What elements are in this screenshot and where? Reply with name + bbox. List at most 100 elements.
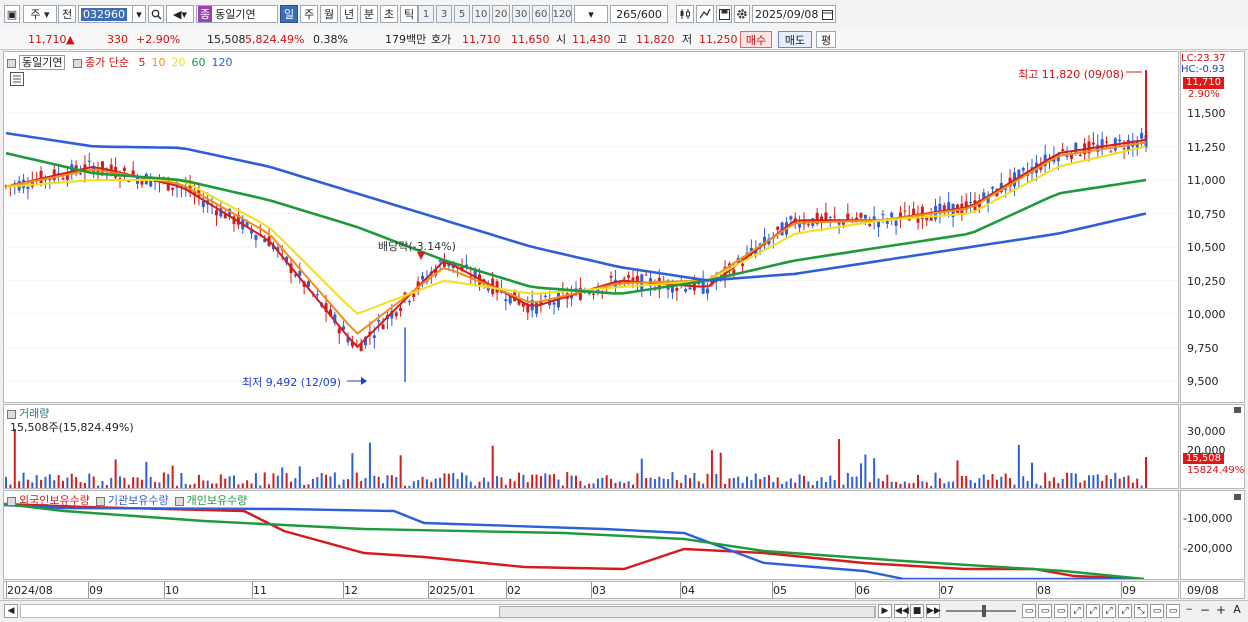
zoom-slider-handle[interactable] (982, 605, 986, 617)
interval-button-120[interactable]: 120 (552, 5, 572, 23)
volume-bar (1026, 480, 1029, 488)
interval-button-3[interactable]: 3 (436, 5, 452, 23)
scroll-left-icon[interactable]: ◀ (4, 604, 18, 618)
ma-toggle-icon[interactable] (72, 58, 82, 68)
chart-icon-4[interactable]: ⤢ (1070, 604, 1084, 618)
mode-toggle[interactable]: 전 (58, 5, 76, 23)
ma-legend-10[interactable]: 10 (151, 56, 165, 69)
eval-button[interactable]: 평 (816, 31, 836, 48)
chart-icon-9[interactable]: ▭ (1150, 604, 1164, 618)
candle-body (631, 277, 635, 281)
sell-button[interactable]: 매도 (778, 31, 812, 48)
volume-toggle-icon[interactable] (7, 409, 16, 419)
volume-bar (640, 458, 643, 488)
window-menu-icon[interactable]: ▣ (4, 5, 20, 23)
volume-bar (623, 482, 626, 488)
count-field[interactable]: 265/600 (610, 5, 668, 23)
volume-pane[interactable]: 거래량 15,508주(15,824.49%) (3, 404, 1179, 489)
volume-bar (662, 478, 665, 488)
chart-icon-3[interactable]: ▭ (1054, 604, 1068, 618)
ma-legend-120[interactable]: 120 (211, 56, 232, 69)
legend-toggle-icon[interactable] (7, 58, 16, 68)
holdings-pane[interactable]: 외국인보유수량 기관보유수량 개인보유수량 (3, 490, 1179, 580)
ma-legend-60[interactable]: 60 (191, 56, 205, 69)
draw-line-icon[interactable] (696, 5, 714, 23)
interval-button-1[interactable]: 1 (418, 5, 434, 23)
interval-button-10[interactable]: 10 (472, 5, 490, 23)
high-annotation: 최고 11,820 (09/08) (1018, 68, 1125, 81)
volume-bar (636, 473, 639, 488)
zoom-slider[interactable] (946, 605, 1016, 617)
interval-button-20[interactable]: 20 (492, 5, 510, 23)
scroll-thumb[interactable] (499, 606, 875, 618)
stop-icon[interactable]: ■ (910, 604, 924, 618)
chart-icon-2[interactable]: ▭ (1038, 604, 1052, 618)
candle-body (841, 222, 845, 225)
calendar-icon[interactable] (820, 5, 834, 23)
minus-icon[interactable]: − (1182, 604, 1196, 618)
interval-button-5[interactable]: 5 (454, 5, 470, 23)
volume-bar (653, 479, 656, 488)
ma-title: 종가 단순 (84, 56, 129, 69)
volume-bar (40, 479, 43, 488)
volume-bar (298, 466, 301, 488)
holdings-toggle-icon-1[interactable] (95, 496, 105, 506)
volume-bar (1066, 472, 1069, 488)
scroll-track[interactable] (20, 604, 876, 618)
last-price-tag: 11,710 (1183, 77, 1224, 89)
volume-bar (851, 476, 854, 488)
chart-icon-8[interactable]: ⤡ (1134, 604, 1148, 618)
period-tab-3[interactable]: 년 (340, 5, 358, 23)
candle-body (381, 324, 385, 330)
auto-scale-icon[interactable]: A (1230, 604, 1244, 618)
grid-menu-icon[interactable] (10, 72, 24, 86)
x-label-9: 05 (773, 584, 787, 597)
chart-type-icon[interactable] (676, 5, 694, 23)
volume-bar (1035, 483, 1038, 488)
chart-icon-6[interactable]: ⤢ (1102, 604, 1116, 618)
interval-button-30[interactable]: 30 (512, 5, 530, 23)
period-tab-6[interactable]: 틱 (400, 5, 418, 23)
ma-legend-5[interactable]: 5 (138, 56, 145, 69)
period-tab-0[interactable]: 일 (280, 5, 298, 23)
chart-icon-1[interactable]: ▭ (1022, 604, 1036, 618)
stock-name-field[interactable]: 종 동일기연 (196, 5, 278, 23)
scroll-right-icon[interactable]: ▶ (878, 604, 892, 618)
market-select[interactable]: 주 ▾ (23, 5, 57, 23)
volume-bar (206, 480, 209, 488)
save-icon[interactable] (716, 5, 732, 23)
ma-legend-20[interactable]: 20 (171, 56, 185, 69)
candle-body (627, 275, 631, 278)
candle-body (877, 221, 881, 228)
zoom-in-icon[interactable]: + (1214, 604, 1228, 618)
sound-icon[interactable]: ◀▾ (166, 5, 194, 23)
volume-bar (465, 475, 468, 488)
rewind-icon[interactable]: ◀◀ (894, 604, 909, 618)
gear-icon[interactable] (734, 5, 750, 23)
x-tick-2 (164, 582, 165, 598)
holdings-toggle-icon-0[interactable] (7, 496, 16, 506)
interval-button-60[interactable]: 60 (532, 5, 550, 23)
period-tab-4[interactable]: 분 (360, 5, 378, 23)
chart-icon-5[interactable]: ⤢ (1086, 604, 1100, 618)
volume-bar (610, 478, 613, 488)
pane-close-icon[interactable] (1234, 407, 1241, 413)
pane-close-icon-2[interactable] (1234, 494, 1241, 500)
volume-bar (1123, 476, 1126, 488)
period-tab-2[interactable]: 월 (320, 5, 338, 23)
volume-bar (35, 475, 38, 488)
chart-icon-10[interactable]: ▭ (1166, 604, 1180, 618)
buy-button[interactable]: 매수 (740, 31, 772, 48)
holdings-axis: -100,000 -200,000 (1180, 490, 1245, 580)
chart-icon-7[interactable]: ⤢ (1118, 604, 1132, 618)
period-tab-5[interactable]: 초 (380, 5, 398, 23)
price-chart-pane[interactable]: 동일기연 종가 단순 5 10 20 60 120 최고 11,820 (09/08) … (3, 51, 1179, 403)
holdings-toggle-icon-2[interactable] (174, 496, 184, 506)
forward-icon[interactable]: ▶▶ (926, 604, 941, 618)
period-tab-1[interactable]: 주 (300, 5, 318, 23)
volume-bar (197, 474, 200, 488)
code-dropdown-icon[interactable]: ▾ (132, 5, 146, 23)
search-icon[interactable] (148, 5, 164, 23)
interval-dropdown[interactable]: ▾ (574, 5, 608, 23)
zoom-out-icon[interactable]: − (1198, 604, 1212, 618)
